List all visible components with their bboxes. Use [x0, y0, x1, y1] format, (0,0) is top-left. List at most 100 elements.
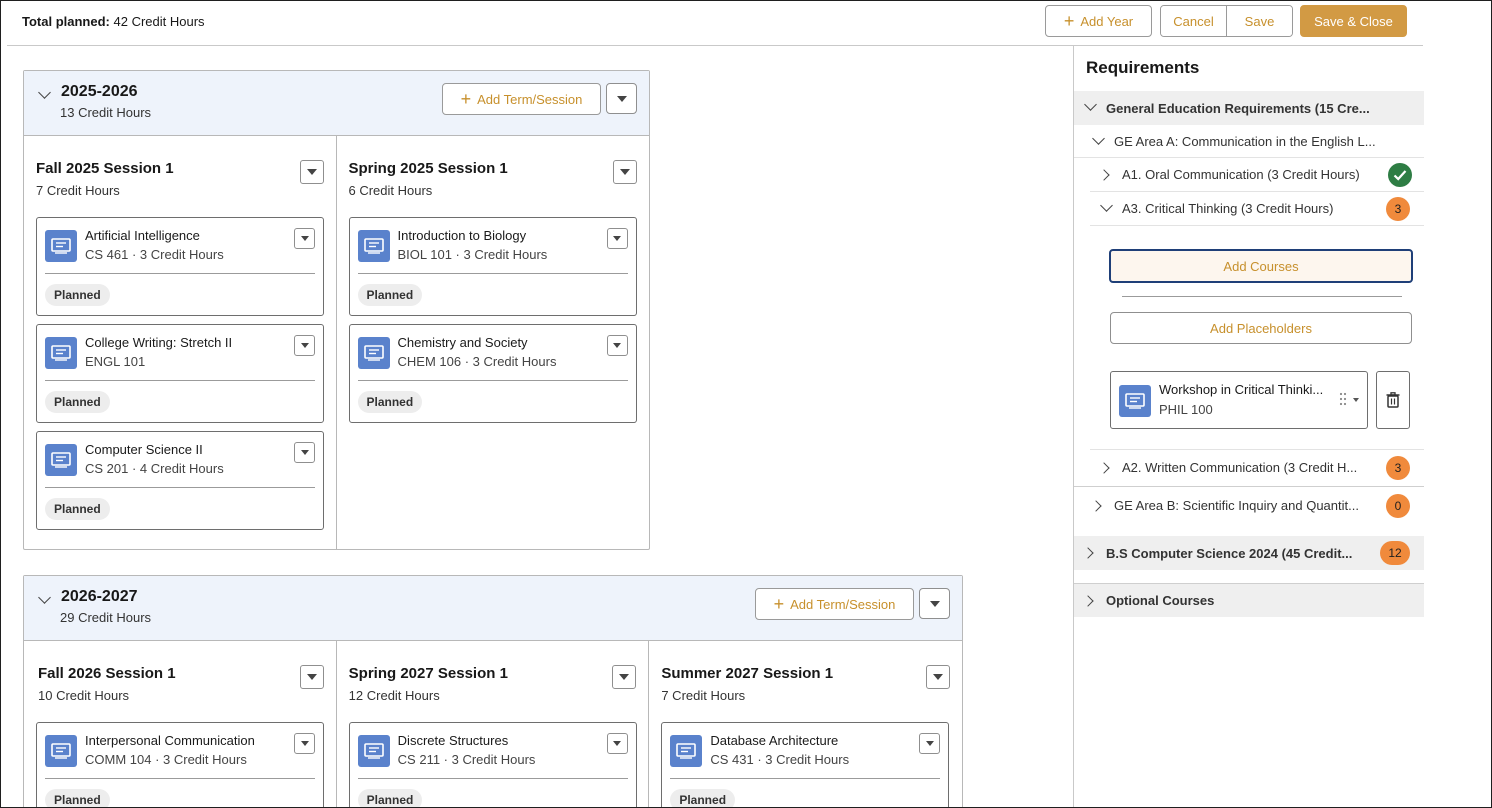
add-term-button[interactable]: + Add Term/Session	[442, 83, 601, 115]
course-code: CS 461 · 3 Credit Hours	[85, 247, 224, 262]
term-menu-button[interactable]	[299, 665, 324, 689]
placeholder-name: Workshop in Critical Thinki...	[1159, 382, 1324, 397]
year-menu-button[interactable]	[606, 83, 637, 114]
chevron-down-icon	[1100, 199, 1113, 212]
course-menu-button[interactable]	[919, 733, 941, 754]
year-header: 2026-2027 29 Credit Hours + Add Term/Ses…	[24, 576, 962, 641]
terms-row: Fall 2026 Session 1 10 Credit Hours Inte…	[24, 641, 962, 807]
caret-down-icon	[616, 95, 627, 102]
course-name: Chemistry and Society	[397, 335, 528, 350]
term-column: Spring 2027 Session 1 12 Credit Hours Di…	[337, 641, 650, 807]
term-menu-button[interactable]	[613, 160, 637, 184]
chevron-right-icon	[1082, 547, 1094, 559]
year-menu-button[interactable]	[919, 588, 950, 619]
course-card[interactable]: Chemistry and Society CHEM 106 · 3 Credi…	[348, 324, 637, 423]
course-card[interactable]: Computer Science II CS 201 · 4 Credit Ho…	[36, 431, 324, 530]
cancel-button[interactable]: Cancel	[1161, 6, 1226, 36]
course-menu-button[interactable]	[294, 335, 315, 356]
degree-planner: Total planned: 42 Credit Hours + Add Yea…	[0, 0, 1492, 808]
status-badge: Planned	[357, 284, 423, 306]
delete-button[interactable]	[1376, 371, 1410, 429]
chevron-down-icon	[1092, 132, 1105, 145]
term-column: Fall 2025 Session 1 7 Credit Hours Artif…	[24, 136, 337, 549]
save-close-button[interactable]: Save & Close	[1300, 5, 1407, 37]
requirements-panel: Requirements General Education Requireme…	[1073, 46, 1424, 807]
status-badge: Planned	[357, 391, 423, 413]
status-badge: Planned	[45, 789, 110, 807]
course-code: CHEM 106 · 3 Credit Hours	[397, 354, 557, 369]
course-name: Introduction to Biology	[397, 228, 527, 243]
req-bs-computer-science[interactable]: B.S Computer Science 2024 (45 Credit... …	[1074, 536, 1424, 570]
course-menu-button[interactable]	[606, 335, 628, 356]
status-badge: Planned	[45, 498, 110, 520]
term-credits: 10 Credit Hours	[38, 688, 130, 703]
req-optional-courses[interactable]: Optional Courses	[1074, 583, 1424, 617]
course-icon	[45, 735, 77, 767]
status-badge: Planned	[45, 391, 110, 413]
divider	[357, 273, 628, 274]
divider	[45, 273, 315, 274]
term-credits: 7 Credit Hours	[36, 183, 120, 198]
course-menu-button[interactable]	[294, 228, 315, 249]
caret-down-icon	[620, 169, 630, 175]
term-title: Spring 2027 Session 1	[348, 665, 508, 682]
caret-down-icon[interactable]	[1353, 398, 1359, 402]
req-a2[interactable]: A2. Written Communication (3 Credit H...…	[1090, 449, 1424, 485]
term-menu-button[interactable]	[299, 160, 324, 184]
course-menu-button[interactable]	[606, 228, 628, 249]
year-panel-2025-2026: 2025-2026 13 Credit Hours + Add Term/Ses…	[23, 70, 650, 550]
course-icon	[45, 230, 77, 262]
add-year-button[interactable]: + Add Year	[1045, 5, 1152, 37]
course-name: Database Architecture	[710, 733, 839, 748]
req-a1[interactable]: A1. Oral Communication (3 Credit Hours)	[1090, 158, 1424, 192]
requirements-title: Requirements	[1086, 58, 1200, 77]
count-badge: 12	[1380, 541, 1410, 565]
course-menu-button[interactable]	[294, 733, 315, 754]
terms-row: Fall 2025 Session 1 7 Credit Hours Artif…	[24, 136, 649, 549]
req-ge-area-b[interactable]: GE Area B: Scientific Inquiry and Quanti…	[1074, 486, 1424, 524]
year-credits: 29 Credit Hours	[60, 610, 152, 625]
placeholder-card[interactable]: Workshop in Critical Thinki... PHIL 100	[1110, 371, 1368, 429]
caret-down-icon	[306, 674, 317, 680]
req-general-education[interactable]: General Education Requirements (15 Cre..…	[1074, 91, 1424, 125]
count-badge: 3	[1386, 197, 1410, 221]
course-card[interactable]: Interpersonal Communication COMM 104 · 3…	[36, 722, 324, 807]
course-card[interactable]: Artificial Intelligence CS 461 · 3 Credi…	[36, 217, 324, 316]
course-code: ENGL 101	[85, 354, 146, 369]
divider	[1122, 296, 1402, 297]
course-icon	[45, 444, 77, 476]
divider	[45, 778, 315, 779]
year-panel-2026-2027: 2026-2027 29 Credit Hours + Add Term/Ses…	[23, 575, 963, 807]
course-card[interactable]: Database Architecture CS 431 · 3 Credit …	[661, 722, 950, 807]
add-term-button[interactable]: + Add Term/Session	[755, 588, 914, 620]
year-credits: 13 Credit Hours	[60, 105, 152, 120]
course-code: BIOL 101 · 3 Credit Hours	[397, 247, 548, 262]
add-courses-button[interactable]: Add Courses	[1109, 249, 1413, 283]
term-menu-button[interactable]	[926, 665, 951, 689]
course-menu-button[interactable]	[606, 733, 628, 754]
add-placeholders-button[interactable]: Add Placeholders	[1110, 312, 1412, 344]
chevron-down-icon[interactable]	[38, 86, 51, 99]
course-card[interactable]: Introduction to Biology BIOL 101 · 3 Cre…	[348, 217, 637, 316]
chevron-down-icon[interactable]	[38, 591, 51, 604]
course-card[interactable]: College Writing: Stretch II ENGL 101 Pla…	[36, 324, 324, 423]
trash-icon	[1386, 392, 1400, 408]
caret-down-icon	[933, 674, 944, 680]
chevron-right-icon	[1090, 500, 1102, 512]
course-card[interactable]: Discrete Structures CS 211 · 3 Credit Ho…	[348, 722, 637, 807]
drag-handle-icon[interactable]	[1339, 392, 1347, 411]
term-title: Spring 2025 Session 1	[348, 160, 508, 177]
term-credits: 7 Credit Hours	[661, 688, 746, 703]
caret-down-icon	[925, 741, 934, 746]
plus-icon: +	[773, 594, 785, 614]
total-planned: Total planned: 42 Credit Hours	[22, 14, 205, 29]
caret-down-icon	[306, 169, 317, 175]
course-menu-button[interactable]	[294, 442, 315, 463]
req-ge-area-a[interactable]: GE Area A: Communication in the English …	[1074, 125, 1424, 158]
caret-down-icon	[929, 600, 940, 607]
save-button[interactable]: Save	[1226, 6, 1292, 36]
course-icon	[357, 337, 390, 369]
term-menu-button[interactable]	[612, 665, 637, 689]
course-icon	[45, 337, 77, 369]
req-a3[interactable]: A3. Critical Thinking (3 Credit Hours) 3	[1090, 192, 1424, 226]
